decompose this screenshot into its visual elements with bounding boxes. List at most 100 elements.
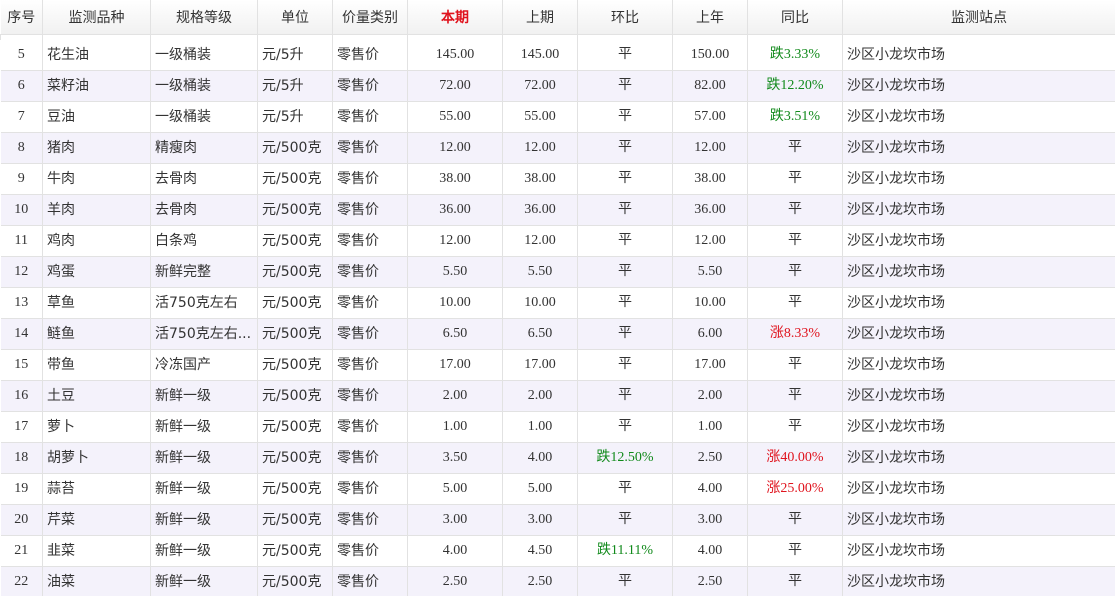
cell-serial-number: 13 bbox=[0, 287, 43, 319]
header-unit[interactable]: 单位 bbox=[257, 0, 333, 35]
table-row[interactable]: 22 油菜 新鲜一级 元/500克 零售价 2.50 2.50 平 2.50 平… bbox=[0, 566, 1115, 596]
table-row[interactable]: 10 羊肉 去骨肉 元/500克 零售价 36.00 36.00 平 36.00… bbox=[0, 194, 1115, 226]
cell-month-on-month: 平 bbox=[577, 566, 673, 596]
cell-monitoring-station: 沙区小龙坎市场 bbox=[842, 132, 1115, 164]
cell-serial-number: 16 bbox=[0, 380, 43, 412]
table-row[interactable]: 6 菜籽油 一级桶装 元/5升 零售价 72.00 72.00 平 82.00 … bbox=[0, 70, 1115, 102]
table-row[interactable]: 15 带鱼 冷冻国产 元/500克 零售价 17.00 17.00 平 17.0… bbox=[0, 349, 1115, 381]
cell-last-year: 2.00 bbox=[672, 380, 748, 412]
cell-previous-period: 3.00 bbox=[502, 504, 578, 536]
cell-year-on-year: 平 bbox=[747, 132, 843, 164]
table-row[interactable]: 20 芹菜 新鲜一级 元/500克 零售价 3.00 3.00 平 3.00 平… bbox=[0, 504, 1115, 536]
cell-year-on-year: 涨40.00% bbox=[747, 442, 843, 474]
cell-serial-number: 18 bbox=[0, 442, 43, 474]
cell-month-on-month: 平 bbox=[577, 318, 673, 350]
cell-last-year: 10.00 bbox=[672, 287, 748, 319]
table-row[interactable]: 14 鲢鱼 活750克左右... 元/500克 零售价 6.50 6.50 平 … bbox=[0, 318, 1115, 350]
table-row[interactable]: 13 草鱼 活750克左右 元/500克 零售价 10.00 10.00 平 1… bbox=[0, 287, 1115, 319]
cell-previous-period: 2.50 bbox=[502, 566, 578, 596]
table-row[interactable]: 21 韭菜 新鲜一级 元/500克 零售价 4.00 4.50 跌11.11% … bbox=[0, 535, 1115, 567]
cell-monitoring-station: 沙区小龙坎市场 bbox=[842, 39, 1115, 71]
header-price-category[interactable]: 价量类别 bbox=[332, 0, 408, 35]
cell-serial-number: 15 bbox=[0, 349, 43, 381]
table-row[interactable]: 9 牛肉 去骨肉 元/500克 零售价 38.00 38.00 平 38.00 … bbox=[0, 163, 1115, 195]
header-variety[interactable]: 监测品种 bbox=[42, 0, 151, 35]
cell-unit: 元/500克 bbox=[257, 256, 333, 288]
cell-month-on-month: 平 bbox=[577, 101, 673, 133]
header-last-year[interactable]: 上年 bbox=[672, 0, 748, 35]
cell-spec-grade: 一级桶装 bbox=[150, 101, 258, 133]
cell-unit: 元/5升 bbox=[257, 39, 333, 71]
header-serial-number[interactable]: 序号 bbox=[0, 0, 43, 35]
header-year-on-year[interactable]: 同比 bbox=[747, 0, 843, 35]
cell-month-on-month: 平 bbox=[577, 132, 673, 164]
cell-spec-grade: 精瘦肉 bbox=[150, 132, 258, 164]
cell-price-category: 零售价 bbox=[332, 380, 408, 412]
cell-variety: 蒜苔 bbox=[42, 473, 151, 505]
cell-monitoring-station: 沙区小龙坎市场 bbox=[842, 256, 1115, 288]
cell-variety: 鸡蛋 bbox=[42, 256, 151, 288]
cell-monitoring-station: 沙区小龙坎市场 bbox=[842, 504, 1115, 536]
table-row[interactable]: 5 花生油 一级桶装 元/5升 零售价 145.00 145.00 平 150.… bbox=[0, 39, 1115, 71]
cell-variety: 菜籽油 bbox=[42, 70, 151, 102]
cell-year-on-year: 跌3.51% bbox=[747, 101, 843, 133]
cell-spec-grade: 新鲜完整 bbox=[150, 256, 258, 288]
cell-year-on-year: 平 bbox=[747, 411, 843, 443]
cell-monitoring-station: 沙区小龙坎市场 bbox=[842, 535, 1115, 567]
table-row[interactable]: 12 鸡蛋 新鲜完整 元/500克 零售价 5.50 5.50 平 5.50 平… bbox=[0, 256, 1115, 288]
cell-serial-number: 19 bbox=[0, 473, 43, 505]
cell-price-category: 零售价 bbox=[332, 287, 408, 319]
cell-last-year: 3.00 bbox=[672, 504, 748, 536]
cell-current-period: 3.50 bbox=[407, 442, 503, 474]
table-row[interactable]: 18 胡萝卜 新鲜一级 元/500克 零售价 3.50 4.00 跌12.50%… bbox=[0, 442, 1115, 474]
table-row[interactable]: 19 蒜苔 新鲜一级 元/500克 零售价 5.00 5.00 平 4.00 涨… bbox=[0, 473, 1115, 505]
cell-year-on-year: 平 bbox=[747, 163, 843, 195]
cell-unit: 元/5升 bbox=[257, 101, 333, 133]
cell-price-category: 零售价 bbox=[332, 504, 408, 536]
cell-last-year: 2.50 bbox=[672, 442, 748, 474]
cell-unit: 元/500克 bbox=[257, 566, 333, 596]
cell-price-category: 零售价 bbox=[332, 473, 408, 505]
cell-current-period: 4.00 bbox=[407, 535, 503, 567]
table-row[interactable]: 17 萝卜 新鲜一级 元/500克 零售价 1.00 1.00 平 1.00 平… bbox=[0, 411, 1115, 443]
cell-spec-grade: 一级桶装 bbox=[150, 70, 258, 102]
cell-last-year: 82.00 bbox=[672, 70, 748, 102]
cell-current-period: 145.00 bbox=[407, 39, 503, 71]
cell-month-on-month: 平 bbox=[577, 504, 673, 536]
cell-current-period: 5.00 bbox=[407, 473, 503, 505]
cell-previous-period: 38.00 bbox=[502, 163, 578, 195]
cell-previous-period: 36.00 bbox=[502, 194, 578, 226]
cell-current-period: 5.50 bbox=[407, 256, 503, 288]
table-row[interactable]: 8 猪肉 精瘦肉 元/500克 零售价 12.00 12.00 平 12.00 … bbox=[0, 132, 1115, 164]
cell-unit: 元/500克 bbox=[257, 132, 333, 164]
cell-last-year: 150.00 bbox=[672, 39, 748, 71]
cell-serial-number: 8 bbox=[0, 132, 43, 164]
cell-month-on-month: 平 bbox=[577, 194, 673, 226]
header-month-on-month[interactable]: 环比 bbox=[577, 0, 673, 35]
cell-spec-grade: 新鲜一级 bbox=[150, 535, 258, 567]
table-row[interactable]: 11 鸡肉 白条鸡 元/500克 零售价 12.00 12.00 平 12.00… bbox=[0, 225, 1115, 257]
table-row[interactable]: 16 土豆 新鲜一级 元/500克 零售价 2.00 2.00 平 2.00 平… bbox=[0, 380, 1115, 412]
cell-spec-grade: 去骨肉 bbox=[150, 194, 258, 226]
cell-price-category: 零售价 bbox=[332, 442, 408, 474]
cell-variety: 鲢鱼 bbox=[42, 318, 151, 350]
cell-unit: 元/500克 bbox=[257, 349, 333, 381]
cell-monitoring-station: 沙区小龙坎市场 bbox=[842, 442, 1115, 474]
table-row[interactable]: 7 豆油 一级桶装 元/5升 零售价 55.00 55.00 平 57.00 跌… bbox=[0, 101, 1115, 133]
cell-unit: 元/500克 bbox=[257, 163, 333, 195]
cell-month-on-month: 平 bbox=[577, 380, 673, 412]
cell-spec-grade: 去骨肉 bbox=[150, 163, 258, 195]
header-monitoring-station[interactable]: 监测站点 bbox=[842, 0, 1115, 35]
cell-spec-grade: 活750克左右 bbox=[150, 287, 258, 319]
cell-spec-grade: 新鲜一级 bbox=[150, 442, 258, 474]
cell-monitoring-station: 沙区小龙坎市场 bbox=[842, 566, 1115, 596]
header-previous-period[interactable]: 上期 bbox=[502, 0, 578, 35]
header-spec-grade[interactable]: 规格等级 bbox=[150, 0, 258, 35]
cell-unit: 元/500克 bbox=[257, 380, 333, 412]
cell-unit: 元/500克 bbox=[257, 535, 333, 567]
cell-serial-number: 20 bbox=[0, 504, 43, 536]
cell-variety: 猪肉 bbox=[42, 132, 151, 164]
cell-month-on-month: 平 bbox=[577, 411, 673, 443]
cell-unit: 元/500克 bbox=[257, 287, 333, 319]
header-current-period[interactable]: 本期 bbox=[407, 0, 503, 35]
